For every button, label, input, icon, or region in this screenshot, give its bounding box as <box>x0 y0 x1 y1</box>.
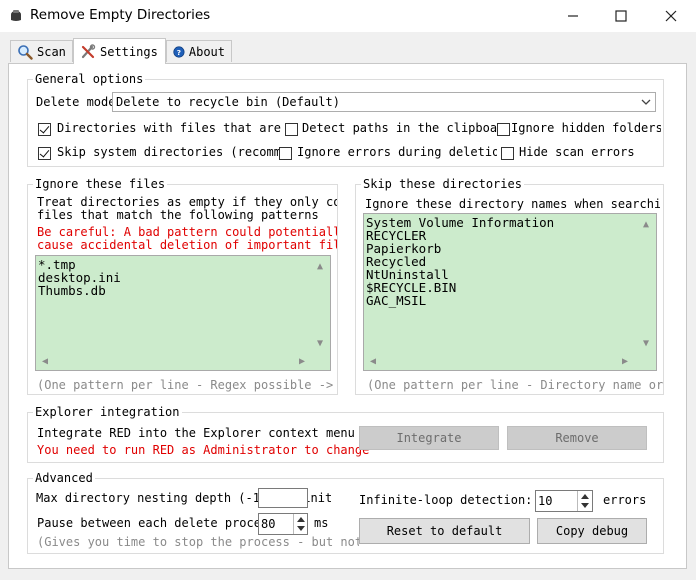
spin-down-icon[interactable] <box>297 526 305 532</box>
tab-about-label: About <box>188 44 225 59</box>
close-button[interactable] <box>648 0 694 32</box>
close-icon <box>665 10 677 22</box>
explorer-integration-text: Integrate RED into the Explorer context … <box>37 426 355 440</box>
ignore-files-desc-2: files that match the following patterns <box>37 208 319 222</box>
general-options-legend: General options <box>33 72 146 86</box>
window-title: Remove Empty Directories <box>30 7 211 23</box>
help-icon: ? <box>173 45 185 58</box>
maximize-icon <box>615 10 627 22</box>
explorer-integration-legend: Explorer integration <box>33 405 182 419</box>
app-icon <box>11 10 21 21</box>
errors-unit: errors <box>603 493 647 507</box>
scroll-up-icon[interactable]: ▲ <box>640 219 652 230</box>
list-item: Thumbs.db <box>38 283 106 298</box>
scroll-down-icon[interactable]: ▼ <box>314 338 326 349</box>
ignore-hidden-checkbox[interactable] <box>497 123 510 136</box>
tab-settings[interactable]: Settings <box>73 38 166 64</box>
tab-about[interactable]: ? About <box>166 40 232 62</box>
search-icon <box>18 44 33 60</box>
spin-up-icon[interactable] <box>297 516 305 522</box>
ignore-errors-label: Ignore errors during deletion <box>297 145 497 159</box>
tools-icon <box>81 43 96 58</box>
infinite-loop-stepper[interactable]: 10 <box>535 490 593 512</box>
ignore-files-legend: Ignore these files <box>33 177 168 191</box>
infinite-loop-value: 10 <box>538 494 553 508</box>
maximize-button[interactable] <box>598 0 644 32</box>
spin-down-icon[interactable] <box>581 503 589 509</box>
delete-mode-select[interactable]: Delete to recycle bin (Default) <box>112 92 656 112</box>
advanced-legend: Advanced <box>33 471 95 485</box>
scroll-up-icon[interactable]: ▲ <box>314 261 326 272</box>
scroll-right-icon[interactable]: ▶ <box>296 356 308 367</box>
hide-scan-errors-label: Hide scan errors <box>519 145 635 159</box>
svg-text:?: ? <box>177 47 181 56</box>
ignore-hidden-label: Ignore hidden folders <box>511 121 661 135</box>
max-depth-stepper[interactable] <box>258 488 308 508</box>
tab-scan[interactable]: Scan <box>10 40 73 62</box>
reset-to-default-button[interactable]: Reset to default <box>359 518 530 544</box>
minimize-button[interactable] <box>550 0 596 32</box>
ignore-files-warning-2: cause accidental deletion of important f… <box>37 238 337 252</box>
infinite-loop-label: Infinite-loop detection: Stop after <box>359 493 537 507</box>
skip-dirs-textbox[interactable]: System Volume Information RECYCLER Papie… <box>363 213 657 371</box>
scroll-down-icon[interactable]: ▼ <box>640 338 652 349</box>
zero-kb-checkbox[interactable] <box>38 123 51 136</box>
pause-value: 80 <box>261 517 276 531</box>
minimize-icon <box>568 15 578 17</box>
hide-scan-errors-checkbox[interactable] <box>501 147 514 160</box>
pause-spin-buttons[interactable] <box>293 514 308 534</box>
delete-mode-value: Delete to recycle bin (Default) <box>116 95 340 109</box>
list-item: GAC_MSIL <box>366 293 427 308</box>
spin-up-icon[interactable] <box>581 493 589 499</box>
pause-label: Pause between each delete process: <box>37 516 259 530</box>
tab-scan-label: Scan <box>37 44 66 59</box>
pause-stepper[interactable]: 80 <box>258 513 308 535</box>
skip-system-label: Skip system directories (recommended) <box>57 145 279 159</box>
copy-debug-button[interactable]: Copy debug <box>537 518 647 544</box>
ignore-patterns-textbox[interactable]: *.tmp desktop.ini Thumbs.db ▲ ▼ ◀ ▶ <box>35 255 331 371</box>
skip-system-checkbox[interactable] <box>38 147 51 160</box>
scroll-right-icon[interactable]: ▶ <box>619 356 631 367</box>
explorer-admin-warning: You need to run RED as Administrator to … <box>37 443 377 457</box>
detect-clipboard-label: Detect paths in the clipboard <box>302 121 500 135</box>
pause-hint: (Gives you time to stop the process - bu… <box>37 535 359 549</box>
ignore-files-desc-1: Treat directories as empty if they only … <box>37 195 337 209</box>
infinite-loop-spin-buttons[interactable] <box>577 491 593 511</box>
detect-clipboard-checkbox[interactable] <box>285 123 298 136</box>
title-bar[interactable]: Remove Empty Directories <box>0 0 696 32</box>
scroll-left-icon[interactable]: ◀ <box>367 356 379 367</box>
integrate-button[interactable]: Integrate <box>359 426 499 450</box>
remove-button[interactable]: Remove <box>507 426 647 450</box>
delete-mode-label: Delete mode: <box>36 95 112 109</box>
skip-dirs-hint: (One pattern per line - Directory name o… <box>367 378 663 392</box>
ignore-errors-checkbox[interactable] <box>279 147 292 160</box>
ignore-files-warning-1: Be careful: A bad pattern could potentia… <box>37 225 337 239</box>
skip-dirs-legend: Skip these directories <box>361 177 524 191</box>
tab-settings-label: Settings <box>100 44 158 59</box>
pause-unit: ms <box>314 516 329 530</box>
ignore-files-hint: (One pattern per line - Regex possible -… <box>37 378 335 392</box>
zero-kb-label: Directories with files that are 0 KB are… <box>57 121 285 135</box>
skip-dirs-desc: Ignore these directory names when search… <box>365 197 660 211</box>
scroll-left-icon[interactable]: ◀ <box>39 356 51 367</box>
chevron-down-icon <box>641 99 651 105</box>
